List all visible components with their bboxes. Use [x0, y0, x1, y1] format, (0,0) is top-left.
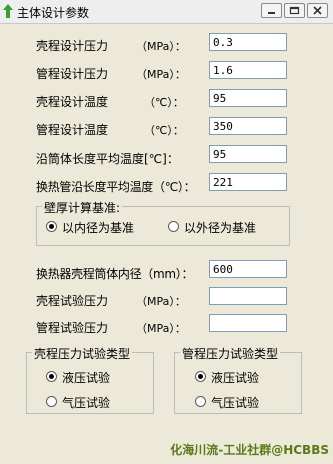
outer-diameter-radio[interactable]: [168, 221, 179, 232]
shell-test-type-title: 壳程压力试验类型: [32, 345, 133, 362]
watermark: 化海川流-工业社群@HCBBS: [170, 443, 329, 457]
tube-pneumatic-radio[interactable]: [195, 396, 206, 407]
minimize-button[interactable]: [261, 3, 282, 18]
close-button[interactable]: [307, 3, 328, 18]
tube-design-pressure-label: 管程设计压力: [36, 67, 109, 81]
shell-test-pressure-unit: （MPa）：: [136, 295, 186, 308]
minimize-icon: [268, 12, 275, 14]
shell-pneumatic-radio[interactable]: [46, 396, 57, 407]
tube-test-pressure-unit: （MPa）：: [136, 322, 186, 335]
tube-hydraulic-radio[interactable]: [195, 371, 206, 382]
tube-test-type-title: 管程压力试验类型: [180, 345, 281, 362]
maximize-button[interactable]: [284, 3, 305, 18]
shell-avg-temperature-input[interactable]: [209, 145, 287, 163]
tube-test-pressure-input[interactable]: [209, 314, 287, 332]
shell-pneumatic-label[interactable]: 气压试验: [62, 394, 110, 411]
shell-hydraulic-radio[interactable]: [46, 371, 57, 382]
outer-diameter-label[interactable]: 以外径为基准: [184, 219, 256, 236]
shell-design-pressure-input[interactable]: [209, 33, 287, 51]
tube-design-pressure-unit: （MPa）：: [136, 68, 186, 81]
shell-hydraulic-label[interactable]: 液压试验: [62, 369, 110, 386]
tube-design-temperature-unit: （℃）：: [144, 124, 184, 137]
tube-test-pressure-label: 管程试验压力: [36, 321, 109, 335]
inner-diameter-label[interactable]: 以内径为基准: [62, 219, 134, 236]
window-title: 主体设计参数: [17, 6, 90, 20]
shell-avg-temperature-label: 沿筒体长度平均温度[℃]：: [36, 152, 179, 166]
shell-design-pressure-label: 壳程设计压力: [36, 39, 109, 53]
shell-design-temperature-input[interactable]: [209, 89, 287, 107]
tube-pneumatic-label[interactable]: 气压试验: [211, 394, 259, 411]
tube-design-pressure-input[interactable]: [209, 61, 287, 79]
inner-diameter-radio[interactable]: [46, 221, 57, 232]
maximize-icon: [289, 6, 300, 15]
app-arrow-icon: [3, 4, 13, 18]
shell-design-temperature-unit: （℃）：: [144, 96, 184, 109]
close-icon: [313, 6, 322, 15]
wall-thickness-basis-title: 壁厚计算基准:: [42, 199, 123, 216]
tube-avg-temperature-label: 换热管沿长度平均温度（℃）：: [36, 180, 196, 194]
tube-design-temperature-input[interactable]: [209, 117, 287, 135]
shell-inner-diameter-input[interactable]: [209, 260, 287, 278]
shell-design-temperature-label: 壳程设计温度: [36, 95, 109, 109]
tube-hydraulic-label[interactable]: 液压试验: [211, 369, 259, 386]
shell-test-pressure-input[interactable]: [209, 287, 287, 305]
shell-design-pressure-unit: （MPa）：: [136, 40, 186, 53]
shell-test-pressure-label: 壳程试验压力: [36, 294, 109, 308]
tube-design-temperature-label: 管程设计温度: [36, 123, 109, 137]
title-bar: 主体设计参数: [0, 0, 333, 24]
tube-avg-temperature-input[interactable]: [209, 173, 287, 191]
shell-inner-diameter-label: 换热器壳程筒体内径（mm）：: [36, 267, 194, 281]
